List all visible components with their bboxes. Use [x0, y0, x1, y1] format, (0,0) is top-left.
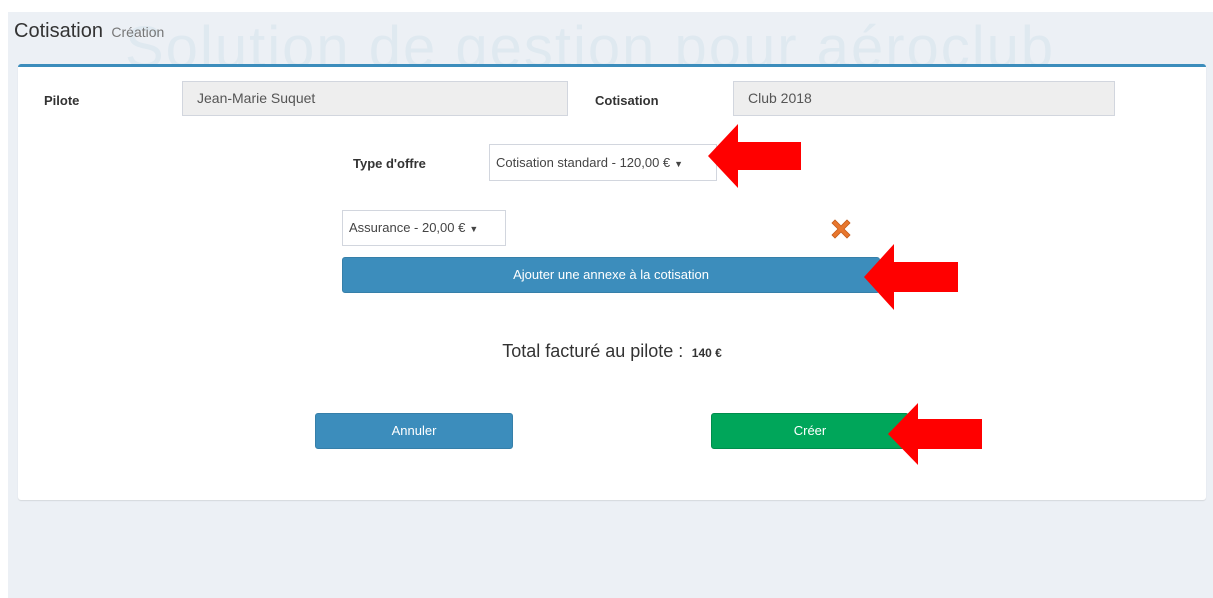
- total-label: Total facturé au pilote :: [502, 341, 684, 361]
- cotisation-label: Cotisation: [595, 93, 659, 108]
- total-row: Total facturé au pilote : 140 €: [18, 341, 1206, 362]
- chevron-down-icon: ▼: [469, 224, 479, 234]
- page-header: Cotisation Création: [14, 20, 164, 43]
- close-icon[interactable]: [828, 216, 854, 242]
- offer-type-selected: Cotisation standard - 120,00 €: [496, 155, 671, 170]
- chevron-down-icon: ▼: [674, 159, 684, 169]
- create-button[interactable]: Créer: [711, 413, 909, 449]
- pilote-label: Pilote: [44, 93, 80, 108]
- annotation-arrow-icon: [888, 403, 982, 465]
- annotation-arrow-icon: [864, 244, 958, 310]
- page-subtitle: Création: [111, 24, 165, 40]
- add-annex-button[interactable]: Ajouter une annexe à la cotisation: [342, 257, 880, 293]
- annotation-arrow-icon: [708, 124, 801, 188]
- annex-selected: Assurance - 20,00 €: [349, 220, 466, 235]
- total-value: 140 €: [691, 346, 722, 360]
- offer-type-label: Type d'offre: [353, 156, 426, 171]
- offer-type-select[interactable]: Cotisation standard - 120,00 € ▼: [489, 144, 717, 181]
- cancel-button[interactable]: Annuler: [315, 413, 513, 449]
- pilote-field: Jean-Marie Suquet: [182, 81, 568, 116]
- form-box: Pilote Jean-Marie Suquet Cotisation Club…: [18, 64, 1206, 500]
- page-title: Cotisation: [14, 20, 103, 42]
- cotisation-field: Club 2018: [733, 81, 1115, 116]
- annex-select[interactable]: Assurance - 20,00 € ▼: [342, 210, 506, 246]
